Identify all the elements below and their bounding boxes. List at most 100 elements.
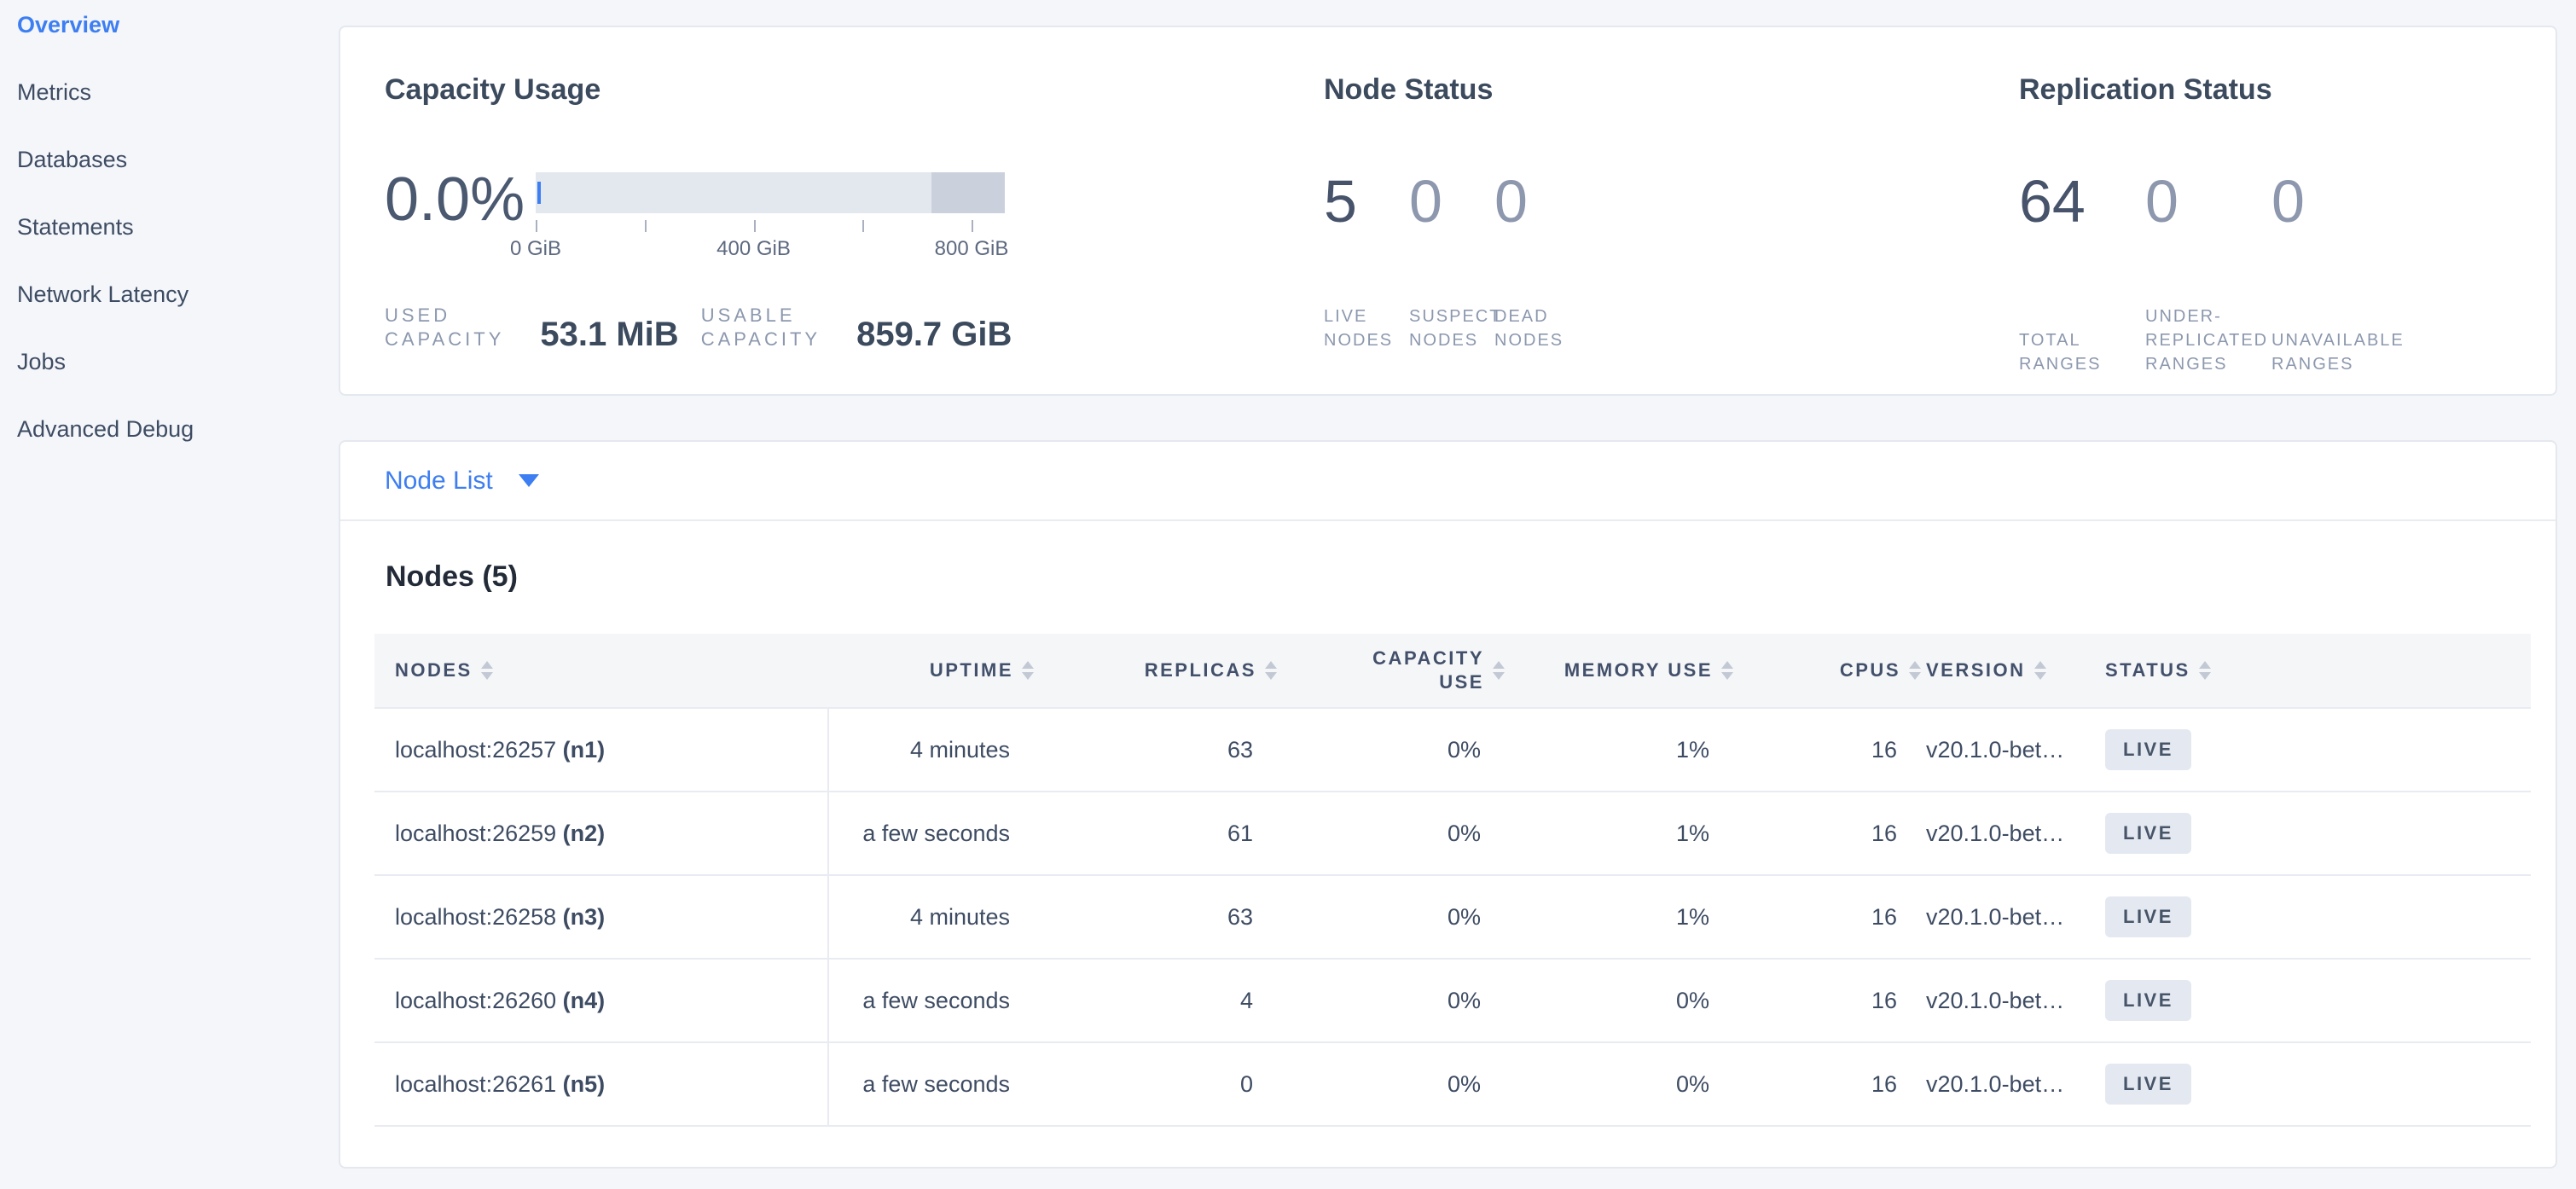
memory-use-cell: 1% — [1505, 876, 1733, 958]
node-table-row: localhost:26260 (n4)a few seconds40%0%16… — [374, 960, 2531, 1043]
node-list-dropdown[interactable]: Node List — [340, 442, 2556, 521]
replicas-cell: 4 — [1034, 960, 1277, 1041]
column-header-label: MEMORY USE — [1564, 658, 1713, 682]
column-header-memory-use[interactable]: MEMORY USE — [1505, 634, 1733, 707]
column-header-cpus[interactable]: CPUS — [1733, 634, 1921, 707]
node-table-row: localhost:26259 (n2)a few seconds610%1%1… — [374, 792, 2531, 876]
capacity-bar-used-marker — [537, 182, 541, 204]
capacity-used-percent: 0.0% — [385, 172, 521, 227]
status-cell: LIVE — [2100, 792, 2531, 874]
sidebar-item-overview[interactable]: Overview — [0, 0, 338, 59]
usable-capacity-label: USABLECAPACITY — [701, 304, 821, 351]
node-address-link[interactable]: localhost:26260 (n4) — [395, 988, 605, 1014]
node-address-cell[interactable]: localhost:26260 (n4) — [374, 960, 829, 1041]
cpus-cell: 16 — [1733, 960, 1921, 1041]
sidebar-item-metrics[interactable]: Metrics — [0, 59, 338, 126]
node-address-link[interactable]: localhost:26257 (n1) — [395, 737, 605, 763]
capacity-bar-reserved-segment — [931, 172, 1005, 213]
live-status-badge: LIVE — [2105, 896, 2191, 937]
memory-use-cell: 1% — [1505, 709, 1733, 791]
used-capacity-value: 53.1 MiB — [540, 317, 678, 351]
node-address-cell[interactable]: localhost:26261 (n5) — [374, 1043, 829, 1125]
node-address-link[interactable]: localhost:26258 (n3) — [395, 904, 605, 931]
stat-label: LIVENODES — [1324, 304, 1409, 352]
sidebar-item-network-latency[interactable]: Network Latency — [0, 261, 338, 328]
capacity-axis-labels: 0 GiB400 GiB800 GiB — [536, 237, 972, 261]
memory-use-cell: 0% — [1505, 1043, 1733, 1125]
column-header-version[interactable]: VERSION — [1921, 634, 2100, 707]
node-address-cell[interactable]: localhost:26257 (n1) — [374, 709, 829, 791]
node-table-row: localhost:26258 (n3) 4 minutes630%1%16v20… — [374, 876, 2531, 960]
sidebar-item-jobs[interactable]: Jobs — [0, 328, 338, 396]
node-address-cell[interactable]: localhost:26258 (n3) — [374, 876, 829, 958]
sort-arrows-icon — [2034, 661, 2046, 680]
version-cell: v20.1.0-bet… — [1921, 960, 2100, 1041]
stat-label: SUSPECTNODES — [1409, 304, 1494, 352]
capacity-bar — [536, 172, 1005, 213]
stat-label: TOTALRANGES — [2019, 328, 2145, 376]
cpus-cell: 16 — [1733, 792, 1921, 874]
axis-tick-label: 0 GiB — [510, 237, 561, 261]
capacity-use-cell: 0% — [1277, 876, 1505, 958]
stat-value: 0 — [2271, 170, 2398, 234]
nodes-table-body: localhost:26257 (n1)4 minutes630%1%16v20… — [374, 709, 2531, 1127]
node-address-cell[interactable]: localhost:26259 (n2) — [374, 792, 829, 874]
sort-arrows-icon — [1265, 661, 1277, 680]
stat-label: UNDER-REPLICATEDRANGES — [2145, 304, 2271, 376]
column-header-label: STATUS — [2105, 658, 2190, 682]
capacity-use-cell: 0% — [1277, 709, 1505, 791]
replicas-cell: 63 — [1034, 876, 1277, 958]
version-cell: v20.1.0-bet… — [1921, 792, 2100, 874]
capacity-use-cell: 0% — [1277, 960, 1505, 1041]
stat-value: 64 — [2019, 170, 2145, 234]
capacity-axis-ticks — [536, 220, 972, 232]
capacity-usage-title: Capacity Usage — [385, 75, 1306, 104]
status-cell: LIVE — [2100, 709, 2531, 791]
column-header-replicas[interactable]: REPLICAS — [1034, 634, 1277, 707]
sort-arrows-icon — [481, 661, 493, 680]
sort-arrows-icon — [1022, 661, 1034, 680]
replication-status-title: Replication Status — [2019, 75, 2548, 104]
cpus-cell: 16 — [1733, 709, 1921, 791]
usable-capacity-value: 859.7 GiB — [856, 317, 1012, 351]
axis-tick — [862, 220, 864, 232]
column-header-capacity-use[interactable]: CAPACITYUSE — [1277, 634, 1505, 707]
node-status-section: Node Status 500 LIVENODESSUSPECTNODESDEA… — [1324, 27, 1989, 352]
node-address-link[interactable]: localhost:26261 (n5) — [395, 1071, 605, 1098]
version-cell: v20.1.0-bet… — [1921, 876, 2100, 958]
live-status-badge: LIVE — [2105, 980, 2191, 1021]
cpus-cell: 16 — [1733, 876, 1921, 958]
replication-status-section: Replication Status 6400 TOTALRANGESUNDER… — [2019, 27, 2548, 376]
stat-value: 0 — [2145, 170, 2271, 234]
sort-arrows-icon — [1721, 661, 1733, 680]
sidebar-item-statements[interactable]: Statements — [0, 194, 338, 261]
sidebar-item-advanced-debug[interactable]: Advanced Debug — [0, 396, 338, 463]
memory-use-cell: 1% — [1505, 792, 1733, 874]
column-header-label: UPTIME — [930, 658, 1013, 682]
uptime-cell: 4 minutes — [829, 876, 1034, 958]
used-capacity-label: USEDCAPACITY — [385, 304, 504, 351]
stat-value: 0 — [1409, 170, 1494, 234]
column-header-label: VERSION — [1926, 658, 2026, 682]
memory-use-cell: 0% — [1505, 960, 1733, 1041]
cpus-cell: 16 — [1733, 1043, 1921, 1125]
uptime-cell: a few seconds — [829, 1043, 1034, 1125]
axis-tick — [972, 220, 973, 232]
axis-tick — [754, 220, 756, 232]
column-header-nodes[interactable]: NODES — [374, 634, 829, 707]
nodes-table: NODES UPTIME REPLICAS CAPACITYUSE MEMORY… — [374, 634, 2531, 1127]
live-status-badge: LIVE — [2105, 1064, 2191, 1105]
capacity-use-cell: 0% — [1277, 792, 1505, 874]
sidebar-item-databases[interactable]: Databases — [0, 126, 338, 194]
node-list-panel: Node List Nodes (5) NODES UPTIME REPLICA… — [339, 440, 2557, 1169]
column-header-status[interactable]: STATUS — [2100, 634, 2531, 707]
uptime-cell: a few seconds — [829, 792, 1034, 874]
sidebar-nav: OverviewMetricsDatabasesStatementsNetwor… — [0, 0, 338, 1189]
axis-tick — [536, 220, 537, 232]
axis-tick — [645, 220, 647, 232]
node-address-link[interactable]: localhost:26259 (n2) — [395, 821, 605, 847]
column-header-uptime[interactable]: UPTIME — [829, 634, 1034, 707]
cockroachdb-admin-overview-page: { "colors": { "accent_blue": "#3d7ef2", … — [0, 0, 2576, 1189]
sort-arrows-icon — [1909, 661, 1921, 680]
version-cell: v20.1.0-bet… — [1921, 709, 2100, 791]
